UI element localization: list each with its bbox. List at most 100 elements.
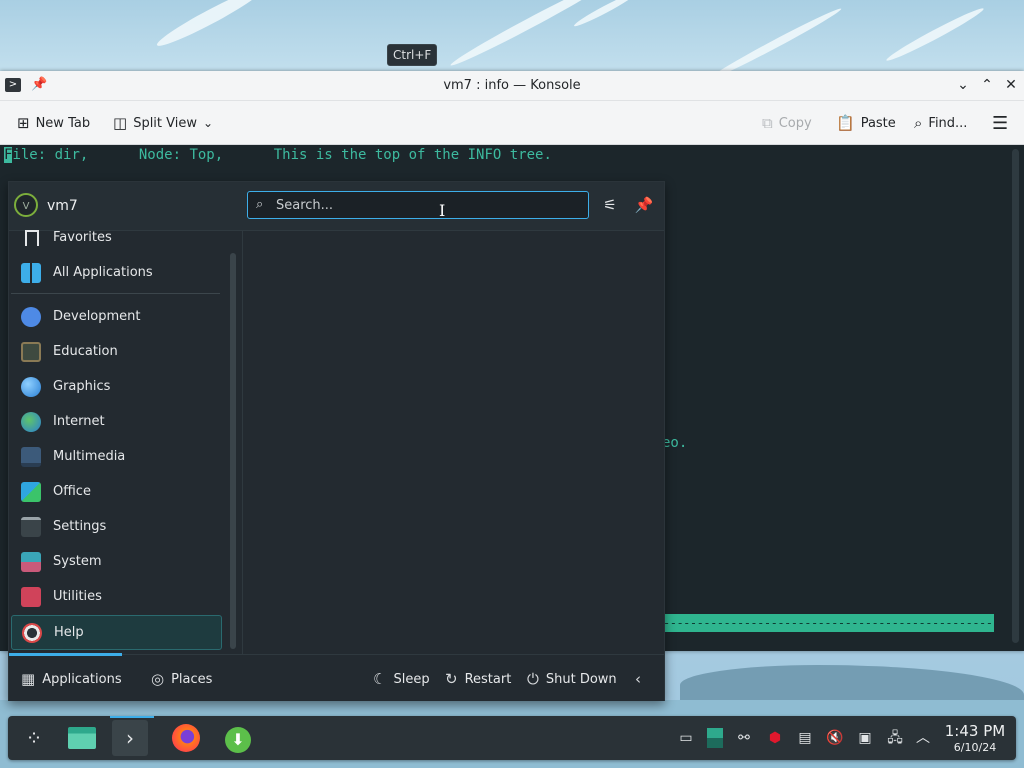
applications-list — [244, 231, 663, 654]
close-icon: ✕ — [1005, 77, 1017, 93]
disks-icon: ▣ — [858, 730, 872, 746]
sidebar-item-favorites[interactable]: Favorites — [11, 221, 220, 254]
show-desktop-button[interactable]: ▭ — [676, 728, 696, 748]
sidebar-item-all-applications[interactable]: All Applications — [11, 256, 220, 289]
kde-connect-icon: ⚯ — [738, 730, 750, 746]
pane-divider — [242, 231, 243, 654]
menu-footer: ▦ Applications ◎ Places ☾ Sleep ↻ Restar… — [9, 653, 664, 701]
graphics-icon — [21, 376, 41, 397]
split-view-button[interactable]: ◫ Split View ⌄ — [113, 113, 213, 133]
sleep-icon: ☾ — [373, 670, 387, 688]
minimize-button[interactable]: ⌄ — [954, 76, 972, 94]
title-bar[interactable]: > 📌 vm7 : info — Konsole ⌄ ⌃ ✕ — [0, 71, 1024, 101]
sidebar-item-settings[interactable]: Settings — [11, 510, 220, 543]
sidebar-scrollbar[interactable] — [230, 253, 236, 649]
sleep-button[interactable]: ☾ Sleep — [373, 669, 430, 689]
sidebar-item-system[interactable]: System — [11, 545, 220, 578]
paste-button[interactable]: 📋 Paste — [836, 113, 896, 133]
help-icon — [22, 622, 42, 643]
username: vm7 — [47, 198, 78, 214]
copy-icon: ⧉ — [762, 114, 773, 132]
configure-button[interactable]: ⚟ — [599, 194, 621, 216]
vault-button[interactable] — [705, 728, 725, 748]
search-field[interactable]: ⌕ — [247, 191, 589, 219]
clock-time[interactable]: 1:43 PM — [940, 722, 1010, 740]
show-desktop-icon: ▭ — [679, 730, 693, 746]
sidebar-item-graphics[interactable]: Graphics — [11, 370, 220, 403]
app-launcher-button[interactable]: ⁘ — [16, 720, 52, 756]
more-power-options-button[interactable]: ‹ — [635, 669, 641, 689]
grid-icon: ▦ — [21, 670, 36, 688]
sidebar-item-multimedia[interactable]: Multimedia — [11, 440, 220, 473]
find-button[interactable]: ⌕ Find... — [914, 113, 967, 133]
file-manager-icon — [68, 727, 96, 749]
sidebar-separator — [11, 293, 220, 294]
tab-applications[interactable]: ▦ Applications — [21, 669, 122, 689]
search-icon: ⌕ — [256, 197, 264, 212]
disks-button[interactable]: ▣ — [855, 728, 875, 748]
toolbar: ⊞ New Tab ◫ Split View ⌄ ⧉ Copy 📋 Paste … — [0, 101, 1024, 145]
update-button[interactable]: ⬢ — [765, 728, 785, 748]
kde-connect-button[interactable]: ⚯ — [734, 728, 754, 748]
clock-date[interactable]: 6/10/24 — [940, 741, 1010, 754]
sidebar-item-help[interactable]: Help — [11, 615, 222, 650]
vault-icon — [707, 728, 723, 748]
terminal-text-fragment: eo. — [662, 435, 688, 451]
search-shortcut-tooltip: Ctrl+F — [387, 44, 438, 66]
restart-button[interactable]: ↻ Restart — [445, 669, 511, 689]
sidebar-item-utilities[interactable]: Utilities — [11, 580, 220, 613]
info-status-line: ----------------------------------------… — [663, 614, 994, 632]
new-tab-button[interactable]: ⊞ New Tab — [17, 113, 90, 133]
konsole-task-button[interactable]: › — [112, 720, 148, 756]
hamburger-menu-button[interactable]: ☰ — [992, 112, 1009, 134]
chevron-down-icon: ⌄ — [957, 77, 969, 93]
compass-icon: ◎ — [151, 670, 165, 688]
clipboard-button[interactable]: ▤ — [795, 728, 815, 748]
search-input[interactable] — [276, 196, 576, 214]
split-view-icon: ◫ — [113, 114, 128, 132]
restart-icon: ↻ — [445, 670, 458, 688]
close-button[interactable]: ✕ — [1002, 76, 1020, 94]
category-sidebar: Favorites All Applications Development E… — [9, 230, 236, 654]
bookmark-icon — [25, 230, 39, 246]
application-launcher-menu: V vm7 ⌕ I ⚟ 📌 Favorites All Applications… — [8, 181, 665, 701]
firefox-icon — [172, 724, 200, 752]
shutdown-button[interactable]: ⏻ Shut Down — [527, 669, 617, 689]
discover-icon: ⬇ — [225, 727, 251, 753]
discover-button[interactable]: ⬇ — [220, 720, 256, 756]
globe-icon — [21, 411, 41, 432]
update-shield-icon: ⬢ — [768, 730, 782, 746]
system-icon — [21, 551, 41, 572]
chevron-left-icon: ‹ — [635, 670, 641, 688]
file-manager-button[interactable] — [64, 720, 100, 756]
network-icon: 🖧 — [887, 730, 903, 746]
app-launcher-icon: ⁘ — [25, 726, 43, 750]
sliders-icon: ⚟ — [603, 196, 617, 214]
hamburger-menu-icon: ☰ — [992, 112, 1009, 134]
expand-tray-button[interactable]: ︿ — [913, 728, 933, 748]
tab-places[interactable]: ◎ Places — [151, 669, 212, 689]
terminal-scrollbar[interactable] — [1011, 145, 1020, 645]
pin-icon: 📌 — [634, 196, 654, 214]
office-icon — [21, 481, 41, 502]
sidebar-item-office[interactable]: Office — [11, 475, 220, 508]
education-icon — [21, 341, 41, 362]
sidebar-item-internet[interactable]: Internet — [11, 405, 220, 438]
network-button[interactable]: 🖧 — [885, 728, 905, 748]
active-tab-indicator — [9, 653, 122, 656]
avatar[interactable]: V — [14, 193, 38, 217]
pin-menu-button[interactable]: 📌 — [633, 194, 655, 216]
copy-button[interactable]: ⧉ Copy — [762, 113, 812, 133]
taskbar-panel: ⁘ › ⬇ ▭ ⚯ ⬢ ▤ 🔇 ▣ 🖧 ︿ 1:43 PM 6/10/24 — [8, 716, 1016, 760]
sidebar-item-education[interactable]: Education — [11, 335, 220, 368]
maximize-button[interactable]: ⌃ — [978, 76, 996, 94]
grid-icon — [21, 262, 41, 283]
firefox-button[interactable] — [168, 720, 204, 756]
clipboard-icon: ▤ — [798, 730, 812, 746]
settings-icon — [21, 516, 41, 537]
audio-muted-icon: 🔇 — [826, 730, 844, 746]
sidebar-item-development[interactable]: Development — [11, 300, 220, 333]
chevron-up-icon: ⌃ — [981, 77, 993, 93]
volume-button[interactable]: 🔇 — [825, 728, 845, 748]
active-task-indicator — [110, 716, 154, 718]
